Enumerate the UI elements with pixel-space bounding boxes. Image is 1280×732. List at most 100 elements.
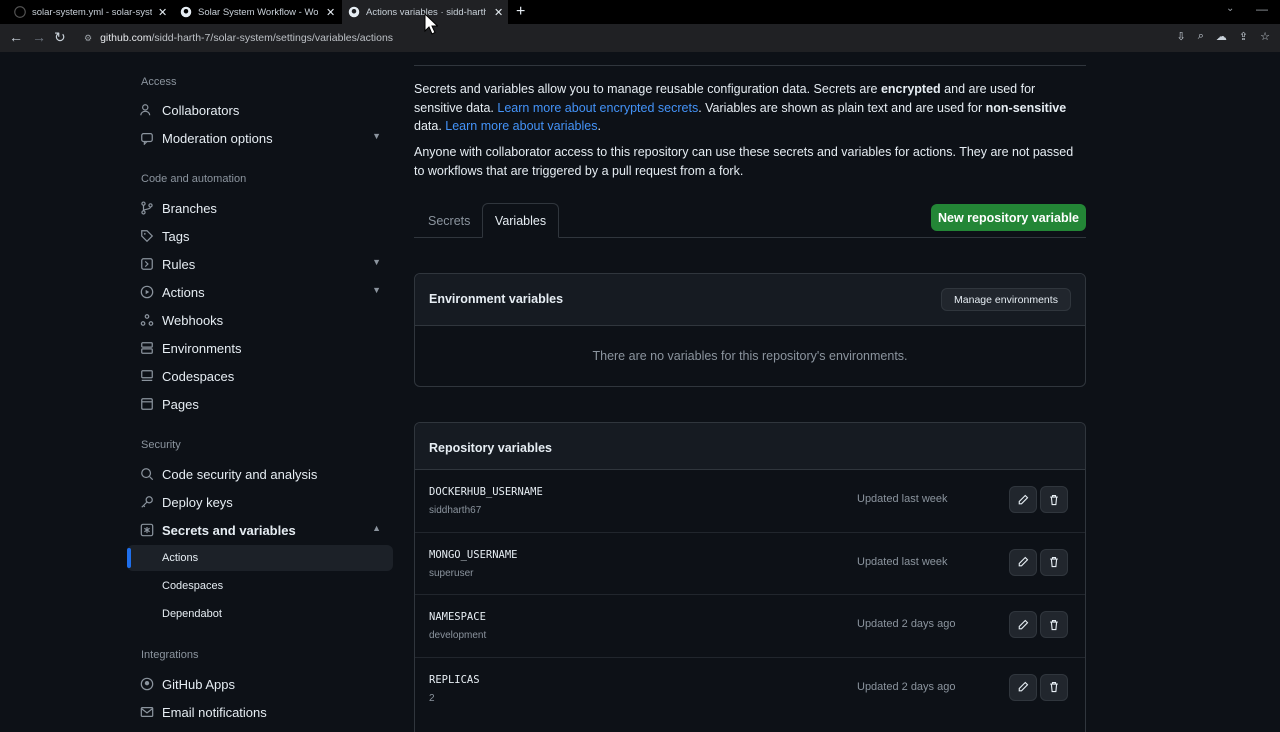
sidebar-item-label: Tags xyxy=(162,228,190,244)
close-icon[interactable]: ✕ xyxy=(494,6,503,19)
tag-icon xyxy=(140,229,154,243)
close-icon[interactable]: ✕ xyxy=(326,6,335,19)
sidebar-item-pages[interactable]: Pages xyxy=(127,390,393,418)
variable-name: NAMESPACE xyxy=(429,611,486,623)
sidebar-item-email-notifications[interactable]: Email notifications xyxy=(127,698,393,726)
variable-value: development xyxy=(429,630,487,641)
apps-icon xyxy=(140,677,154,691)
sidebar-subitem-actions[interactable]: Actions xyxy=(127,545,393,571)
sidebar-item-label: Secrets and variables xyxy=(162,522,296,538)
sidebar-item-label: Email notifications xyxy=(162,704,267,720)
back-icon[interactable]: ← xyxy=(9,29,23,45)
pencil-icon[interactable] xyxy=(1009,486,1037,513)
manage-environments-button[interactable]: Manage environments xyxy=(941,288,1071,311)
sidebar-item-code-security[interactable]: Code security and analysis xyxy=(127,460,393,488)
variable-updated: Updated 2 days ago xyxy=(857,680,956,693)
share-icon[interactable]: ⇪ xyxy=(1239,30,1248,43)
pencil-icon[interactable] xyxy=(1009,548,1037,576)
intro-text: Secrets and variables allow you to manag… xyxy=(414,82,881,96)
variable-row: MONGO_USERNAME superuser Updated last we… xyxy=(415,533,1085,595)
variable-name: MONGO_USERNAME xyxy=(429,548,518,561)
environment-variables-title: Environment variables xyxy=(429,292,564,306)
sidebar-item-environments[interactable]: Environments xyxy=(127,334,393,362)
trash-icon[interactable] xyxy=(1040,673,1068,701)
cloud-icon[interactable]: ☁ xyxy=(1216,30,1227,43)
minimize-icon[interactable]: — xyxy=(1256,2,1268,16)
sidebar-item-deploy-keys[interactable]: Deploy keys xyxy=(127,488,393,516)
sidebar-item-collaborators[interactable]: Collaborators xyxy=(127,96,393,124)
chevron-down-icon[interactable]: ▼ xyxy=(372,131,381,141)
browser-tab-strip: solar-system.yml - solar-system ✕ Solar … xyxy=(0,0,1280,24)
sidebar-item-branches[interactable]: Branches xyxy=(127,194,393,222)
sidebar-item-codespaces[interactable]: Codespaces xyxy=(127,362,393,390)
variable-updated: Updated last week xyxy=(857,555,948,568)
sidebar-item-label: Code security and analysis xyxy=(162,466,318,482)
intro-text: . Variables are shown as plain text and … xyxy=(698,100,986,115)
learn-more-variables-link[interactable]: Learn more about variables xyxy=(445,119,597,133)
browser-tab[interactable]: Solar System Workflow - Workfl ✕ xyxy=(180,0,340,24)
asterisk-icon xyxy=(140,523,154,537)
trash-icon[interactable] xyxy=(1040,611,1068,638)
webhook-icon xyxy=(140,313,154,327)
variable-value: siddharth67 xyxy=(429,505,482,516)
sidebar-subitem-codespaces[interactable]: Codespaces xyxy=(127,573,393,599)
sidebar-item-label: Branches xyxy=(162,200,217,216)
codespaces-icon xyxy=(140,369,154,383)
variable-value: superuser xyxy=(429,567,474,579)
sidebar-item-github-apps[interactable]: GitHub Apps xyxy=(127,670,393,698)
sidebar-item-moderation[interactable]: Moderation options ▼ xyxy=(127,124,393,152)
divider xyxy=(414,65,1086,66)
zoom-icon[interactable]: ⌕ xyxy=(1198,30,1204,43)
repository-variables-title: Repository variables xyxy=(429,441,552,455)
sidebar-subitem-dependabot[interactable]: Dependabot xyxy=(127,601,393,627)
trash-icon[interactable] xyxy=(1040,548,1068,576)
chevron-up-icon[interactable]: ▲ xyxy=(372,523,381,533)
site-info-icon[interactable]: ⚙ xyxy=(84,33,92,44)
sidebar-item-label: Pages xyxy=(162,396,199,412)
people-icon xyxy=(140,103,154,117)
toolbar-icons: ⇩ ⌕ ☁ ⇪ ☆ xyxy=(1177,30,1270,43)
forward-icon[interactable]: → xyxy=(32,29,46,45)
sidebar-item-label: Environments xyxy=(162,340,242,356)
intro-emphasis: non-sensitive xyxy=(985,100,1067,115)
pencil-icon[interactable] xyxy=(1009,611,1037,638)
address-bar[interactable]: ⚙ github.com /sidd-harth-7/solar-system/… xyxy=(80,27,1220,49)
sidebar-item-webhooks[interactable]: Webhooks xyxy=(127,306,393,334)
branch-icon xyxy=(140,201,154,215)
sidebar-item-label: Moderation options xyxy=(162,130,273,146)
chevron-down-icon[interactable]: ▼ xyxy=(372,285,381,295)
sidebar-item-secrets-and-variables[interactable]: Secrets and variables ▲ xyxy=(127,516,393,544)
empty-state: There are no variables for this reposito… xyxy=(592,349,908,363)
sidebar-item-rules[interactable]: Rules ▼ xyxy=(127,250,393,278)
install-icon[interactable]: ⇩ xyxy=(1177,30,1186,43)
intro-text: . xyxy=(597,119,601,134)
server-icon xyxy=(140,341,154,355)
sidebar-heading: Integrations xyxy=(141,649,199,661)
new-tab-icon[interactable]: + xyxy=(516,3,525,21)
tab-variables[interactable]: Variables xyxy=(482,203,559,238)
learn-more-secrets-link[interactable]: Learn more about encrypted secrets xyxy=(497,101,698,115)
pencil-icon[interactable] xyxy=(1009,673,1037,701)
chevron-down-icon[interactable]: ▼ xyxy=(372,257,381,267)
star-icon[interactable]: ☆ xyxy=(1260,30,1270,43)
chevron-down-icon[interactable]: ⌄ xyxy=(1226,3,1234,14)
sidebar-item-label: Dependabot xyxy=(162,608,222,620)
sidebar-heading: Access xyxy=(141,76,177,88)
sidebar-item-label: Codespaces xyxy=(162,580,224,592)
browser-tab[interactable]: solar-system.yml - solar-system ✕ xyxy=(14,0,170,24)
sidebar-heading: Code and automation xyxy=(141,173,247,185)
sidebar-item-label: GitHub Apps xyxy=(162,676,235,692)
tab-secrets[interactable]: Secrets xyxy=(428,203,470,238)
sidebar-heading: Security xyxy=(141,439,181,451)
new-repository-variable-button[interactable]: New repository variable xyxy=(931,204,1086,231)
mail-icon xyxy=(140,705,154,719)
sidebar-item-actions[interactable]: Actions ▼ xyxy=(127,278,393,306)
trash-icon[interactable] xyxy=(1040,486,1068,513)
sidebar-item-tags[interactable]: Tags xyxy=(127,222,393,250)
github-icon xyxy=(180,6,192,18)
variable-row: DOCKERHUB_USERNAME siddharth67 Updated l… xyxy=(415,470,1085,533)
url-host: github.com xyxy=(100,32,152,44)
github-icon xyxy=(14,6,26,18)
close-icon[interactable]: ✕ xyxy=(158,6,167,19)
reload-icon[interactable]: ↻ xyxy=(54,29,66,46)
